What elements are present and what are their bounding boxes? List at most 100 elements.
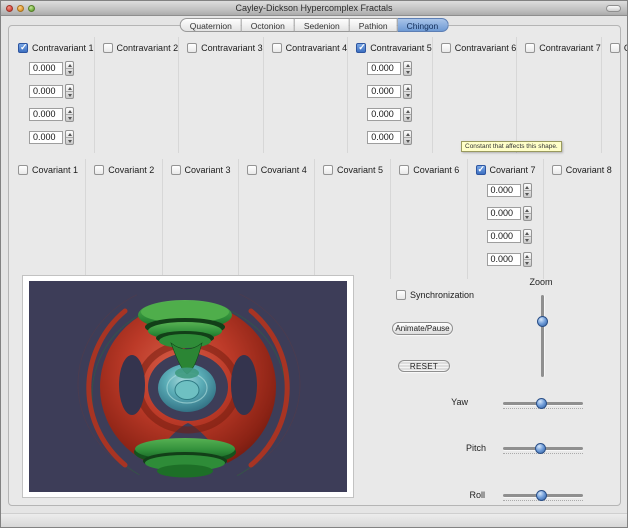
spinner-stack: 0.000 0.000 0.000 0.000: [486, 183, 543, 267]
spinner-stepper[interactable]: [403, 107, 413, 122]
constant-spinner: 0.000: [29, 61, 94, 76]
reset-button[interactable]: RESET: [398, 360, 450, 372]
variant-checkbox-label: Contravariant 1: [32, 43, 94, 53]
spinner-value-field[interactable]: 0.000: [29, 85, 63, 98]
stepper-down-icon[interactable]: [66, 114, 73, 121]
fractal-render[interactable]: [29, 281, 347, 492]
stepper-down-icon[interactable]: [523, 190, 531, 197]
spinner-value-field[interactable]: 0.000: [367, 62, 402, 75]
zoom-slider-track[interactable]: [541, 295, 544, 377]
spinner-value-field[interactable]: 0.000: [367, 85, 402, 98]
variant-column: Covariant 6: [391, 159, 468, 279]
tab-sedenion[interactable]: Sedenion: [294, 18, 350, 32]
spinner-value-field[interactable]: 0.000: [367, 131, 402, 144]
spinner-stepper[interactable]: [522, 229, 532, 244]
pitch-slider-thumb[interactable]: [534, 443, 546, 454]
stepper-down-icon[interactable]: [523, 259, 531, 266]
spinner-value-field[interactable]: 0.000: [486, 184, 521, 197]
variant-checkbox[interactable]: [170, 165, 181, 175]
stepper-down-icon[interactable]: [66, 137, 73, 144]
window-bottom-bar: [1, 513, 627, 527]
spinner-stepper[interactable]: [403, 61, 413, 76]
variant-checkbox[interactable]: [356, 42, 367, 53]
spinner-value-field[interactable]: 0.000: [29, 108, 63, 121]
variant-checkbox[interactable]: [246, 165, 257, 175]
variant-checkbox[interactable]: [440, 43, 451, 53]
spinner-value-field[interactable]: 0.000: [486, 207, 521, 220]
spinner-stepper[interactable]: [403, 84, 413, 99]
variant-checkbox-row[interactable]: Contravariant 7: [525, 43, 601, 53]
spinner-stepper[interactable]: [65, 107, 74, 122]
variant-checkbox-row[interactable]: Covariant 6: [399, 165, 466, 175]
variant-checkbox-row[interactable]: Contravariant 1: [18, 42, 94, 53]
constant-spinner: 0.000: [29, 84, 94, 99]
variant-checkbox-row[interactable]: Covariant 1: [18, 165, 85, 175]
variant-checkbox-row[interactable]: Contravariant 8: [609, 43, 627, 53]
constant-spinner: 0.000: [367, 130, 432, 145]
spinner-value-field[interactable]: 0.000: [486, 253, 521, 266]
covariant-section: Covariant 1 Covariant 2 Covariant 3 Cova…: [10, 159, 620, 279]
stepper-down-icon[interactable]: [404, 68, 412, 75]
variant-checkbox[interactable]: [94, 165, 105, 175]
variant-checkbox-row[interactable]: Covariant 2: [94, 165, 161, 175]
variant-checkbox[interactable]: [18, 42, 28, 53]
variant-checkbox[interactable]: [399, 165, 410, 175]
variant-checkbox-row[interactable]: Contravariant 3: [187, 43, 263, 53]
variant-checkbox[interactable]: [271, 43, 282, 53]
variant-column: Covariant 4: [239, 159, 315, 279]
variant-checkbox[interactable]: [323, 165, 333, 175]
spinner-value-field[interactable]: 0.000: [29, 62, 63, 75]
tab-octonion[interactable]: Octonion: [241, 18, 295, 32]
variant-checkbox[interactable]: [102, 43, 113, 53]
constant-spinner: 0.000: [29, 130, 94, 145]
title-bar[interactable]: Cayley-Dickson Hypercomplex Fractals: [1, 1, 627, 16]
constant-spinner: 0.000: [486, 252, 543, 267]
animate-pause-button[interactable]: Animate/Pause: [392, 322, 453, 335]
spinner-stepper[interactable]: [403, 130, 413, 145]
spinner-stepper[interactable]: [522, 183, 532, 198]
variant-checkbox-row[interactable]: Covariant 3: [170, 165, 238, 175]
variant-checkbox[interactable]: [551, 165, 562, 175]
variant-checkbox-row[interactable]: Contravariant 4: [271, 43, 347, 53]
spinner-stepper[interactable]: [522, 252, 532, 267]
variant-checkbox[interactable]: [18, 165, 28, 175]
variant-column: Covariant 1: [10, 159, 87, 279]
tab-quaternion[interactable]: Quaternion: [179, 18, 242, 32]
variant-checkbox-row[interactable]: Covariant 5: [323, 165, 390, 175]
spinner-value-field[interactable]: 0.000: [367, 108, 402, 121]
variant-checkbox-label: Contravariant 7: [539, 43, 601, 53]
stepper-down-icon[interactable]: [404, 91, 412, 98]
spinner-stepper[interactable]: [65, 130, 74, 145]
variant-checkbox[interactable]: [609, 43, 620, 53]
stepper-down-icon[interactable]: [523, 236, 531, 243]
variant-column: Contravariant 4: [264, 37, 349, 153]
tab-chingon[interactable]: Chingon: [397, 18, 449, 32]
variant-checkbox-label: Covariant 5: [337, 165, 384, 175]
spinner-stepper[interactable]: [522, 206, 532, 221]
toolbar-toggle-icon[interactable]: [606, 5, 621, 12]
variant-checkbox[interactable]: [187, 43, 198, 53]
spinner-value-field[interactable]: 0.000: [29, 131, 63, 144]
variant-checkbox-row[interactable]: Contravariant 2: [102, 43, 178, 53]
synchronization-checkbox[interactable]: [396, 290, 406, 300]
stepper-down-icon[interactable]: [66, 68, 73, 75]
stepper-down-icon[interactable]: [523, 213, 531, 220]
spinner-stepper[interactable]: [65, 84, 74, 99]
synchronization-checkbox-row[interactable]: Synchronization: [396, 290, 474, 300]
stepper-down-icon[interactable]: [404, 114, 412, 121]
variant-checkbox[interactable]: [475, 164, 486, 175]
variant-checkbox[interactable]: [525, 43, 536, 53]
variant-checkbox-row[interactable]: Covariant 4: [246, 165, 314, 175]
tab-pathion[interactable]: Pathion: [349, 18, 398, 32]
variant-checkbox-row[interactable]: Contravariant 5: [356, 42, 432, 53]
variant-column: Contravariant 8: [602, 37, 627, 153]
variant-checkbox-row[interactable]: Covariant 7: [475, 164, 543, 175]
spinner-stepper[interactable]: [65, 61, 74, 76]
stepper-down-icon[interactable]: [404, 137, 412, 144]
stepper-down-icon[interactable]: [66, 91, 73, 98]
spinner-value-field[interactable]: 0.000: [486, 230, 521, 243]
variant-checkbox-row[interactable]: Contravariant 6: [440, 43, 516, 53]
constant-spinner: 0.000: [486, 229, 543, 244]
variant-checkbox-row[interactable]: Covariant 8: [551, 165, 620, 175]
constant-spinner: 0.000: [486, 183, 543, 198]
